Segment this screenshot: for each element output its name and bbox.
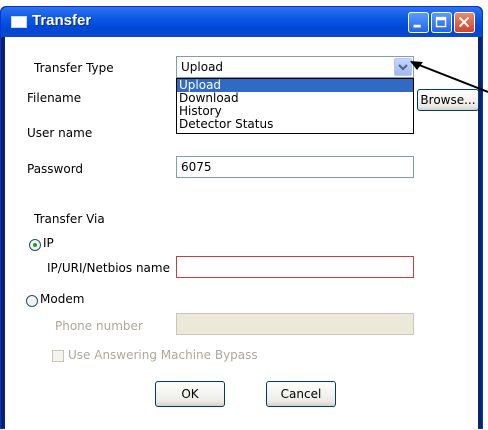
- annotation-arrow: [410, 61, 488, 93]
